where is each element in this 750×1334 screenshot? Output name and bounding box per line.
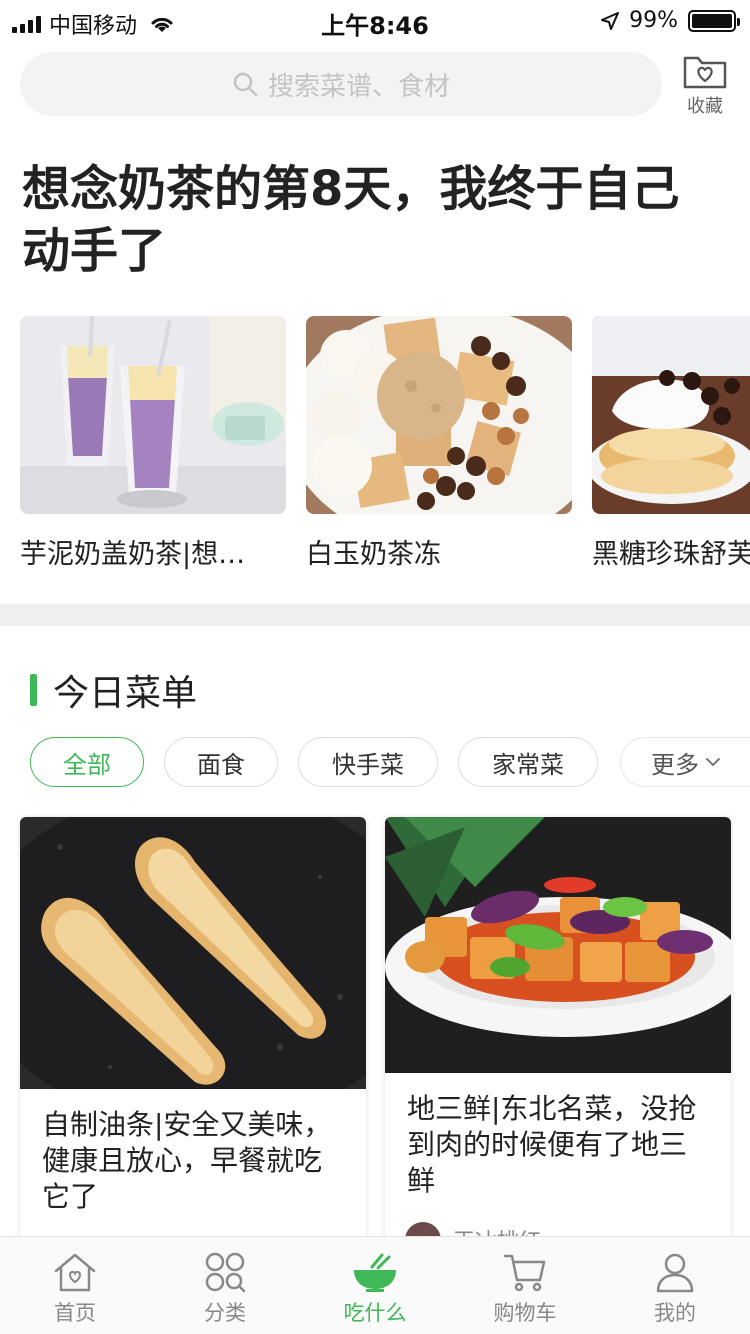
menu-filter-chips: 全部 面食 快手菜 家常菜 更多: [30, 737, 750, 787]
search-input[interactable]: 搜索菜谱、食材: [20, 52, 662, 116]
recipe-photo-brown-sugar-souffle: [592, 316, 750, 514]
home-icon: [54, 1253, 96, 1292]
category-icon: [205, 1252, 246, 1293]
article-headline[interactable]: 想念奶茶的第8天，我终于自己动手了: [22, 158, 722, 282]
heading-accent-bar: [30, 674, 37, 706]
featured-recipe-strip[interactable]: 芋泥奶盖奶茶|想… 白玉奶茶冻 黑糖珍珠舒: [20, 316, 750, 586]
tab-home[interactable]: 首页: [0, 1237, 150, 1334]
profile-icon: [656, 1253, 694, 1293]
recipe-photo-youtiao: [20, 817, 366, 1089]
tab-what-to-eat[interactable]: 吃什么: [300, 1237, 450, 1334]
bottom-tab-bar: 首页 分类 吃什么 购物车 我的: [0, 1236, 750, 1334]
recipe-photo-taro-milk-tea: [20, 316, 286, 514]
featured-recipe-card[interactable]: 黑糖珍珠舒芙蕾: [592, 316, 750, 571]
favorites-button[interactable]: 收藏: [680, 54, 730, 117]
feed-recipe-title: 自制油条|安全又美味，健康且放心，早餐就吃它了: [42, 1108, 332, 1213]
featured-recipe-title: 黑糖珍珠舒芙蕾: [592, 539, 750, 570]
favorites-label: 收藏: [687, 96, 723, 117]
tab-label: 分类: [204, 1301, 246, 1325]
featured-recipe-title: 白玉奶茶冻: [306, 539, 441, 570]
battery-icon: [688, 9, 740, 32]
filter-chip-home-cooking[interactable]: 家常菜: [458, 737, 598, 787]
tab-category[interactable]: 分类: [150, 1237, 300, 1334]
feed-recipe-card[interactable]: 地三鲜|东北名菜，没抢到肉的时候便有了地三鲜 王冰桃红: [385, 817, 731, 1277]
filter-chip-noodles[interactable]: 面食: [164, 737, 278, 787]
status-bar: 中国移动 上午8:46 99%: [0, 0, 750, 40]
cart-icon: [503, 1254, 546, 1292]
recipe-photo-di-san-xian: [385, 817, 731, 1073]
folder-heart-icon: [683, 56, 727, 89]
tab-profile[interactable]: 我的: [600, 1237, 750, 1334]
today-menu-title: 今日菜单: [53, 673, 198, 714]
feed-recipe-card[interactable]: 自制油条|安全又美味，健康且放心，早餐就吃它了: [20, 817, 366, 1277]
chevron-down-icon: [706, 758, 720, 767]
tab-label: 首页: [54, 1301, 96, 1325]
filter-chip-quick-dishes[interactable]: 快手菜: [298, 737, 438, 787]
tab-cart[interactable]: 购物车: [450, 1237, 600, 1334]
featured-recipe-card[interactable]: 白玉奶茶冻: [306, 316, 572, 571]
tab-label: 购物车: [493, 1301, 557, 1325]
location-arrow-icon: [601, 11, 620, 30]
tab-label: 吃什么: [343, 1301, 407, 1325]
section-divider: [0, 604, 750, 626]
filter-chip-all[interactable]: 全部: [30, 737, 144, 787]
battery-level: [692, 13, 732, 28]
featured-recipe-title: 芋泥奶盖奶茶|想…: [20, 539, 246, 570]
tab-label: 我的: [654, 1301, 696, 1325]
today-menu-heading: 今日菜单: [30, 664, 197, 716]
feed-recipe-title: 地三鲜|东北名菜，没抢到肉的时候便有了地三鲜: [407, 1092, 697, 1197]
search-placeholder: 搜索菜谱、食材: [267, 71, 450, 102]
bowl-icon: [354, 1253, 396, 1292]
featured-recipe-card[interactable]: 芋泥奶盖奶茶|想…: [20, 316, 286, 571]
status-right: 99%: [601, 8, 740, 33]
search-icon: [233, 72, 258, 97]
filter-more-button[interactable]: 更多: [620, 737, 750, 787]
battery-percent: 99%: [629, 8, 678, 33]
filter-more-label: 更多: [651, 750, 699, 779]
recipe-photo-milk-tea-jelly: [306, 316, 572, 514]
